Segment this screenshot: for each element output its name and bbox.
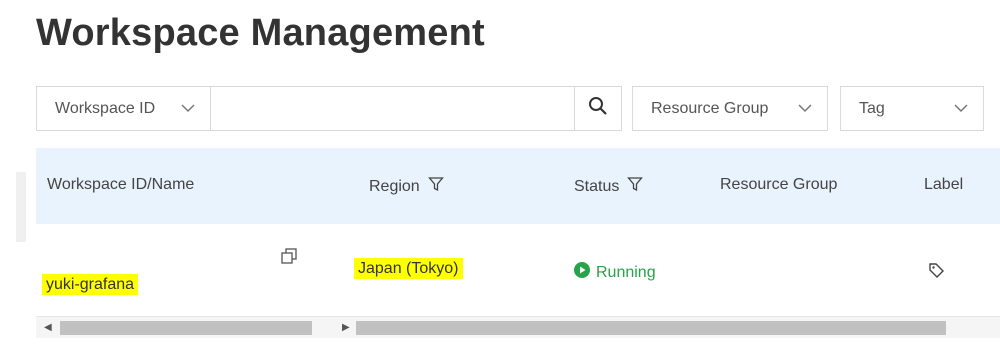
chevron-down-icon: [797, 100, 813, 121]
filter-icon[interactable]: [427, 176, 444, 197]
search-icon: [588, 96, 608, 121]
status-badge: Running: [574, 262, 656, 283]
horizontal-scrollbar[interactable]: ◀ ▶: [36, 316, 1000, 338]
side-edge: [16, 172, 26, 242]
search-input[interactable]: [210, 86, 574, 131]
scrollbar-thumb-right[interactable]: [356, 321, 946, 335]
search-button[interactable]: [574, 86, 622, 131]
column-header-resource-group: Resource Group: [720, 176, 838, 193]
copy-icon[interactable]: [280, 247, 298, 270]
chevron-down-icon: [953, 100, 969, 121]
workspace-name-link[interactable]: yuki-grafana: [42, 274, 139, 295]
tag-icon[interactable]: [928, 262, 945, 284]
filter-icon[interactable]: [627, 176, 644, 197]
page-title: Workspace Management: [36, 12, 485, 54]
chevron-down-icon: [180, 100, 196, 121]
table-header: Workspace ID/Name Region Status Resource…: [36, 148, 1000, 224]
tag-dropdown-label: Tag: [859, 99, 885, 117]
scroll-left-icon[interactable]: ◀: [44, 322, 52, 333]
tag-dropdown[interactable]: Tag: [840, 86, 984, 131]
column-header-workspace: Workspace ID/Name: [47, 176, 195, 193]
resource-group-dropdown[interactable]: Resource Group: [632, 86, 828, 131]
search-field-select-label: Workspace ID: [55, 99, 156, 117]
column-header-region: Region: [369, 176, 444, 197]
play-circle-icon: [574, 262, 590, 283]
scroll-right-icon[interactable]: ▶: [342, 322, 350, 333]
table-row: yuki-grafana Japan (Tokyo) Running: [36, 224, 1000, 316]
resource-group-dropdown-label: Resource Group: [651, 99, 769, 117]
search-field-select[interactable]: Workspace ID: [36, 86, 210, 131]
column-header-label: Label: [924, 176, 964, 193]
region-value: Japan (Tokyo): [354, 258, 463, 279]
scrollbar-thumb-left[interactable]: [60, 321, 312, 335]
column-header-status: Status: [574, 176, 644, 197]
